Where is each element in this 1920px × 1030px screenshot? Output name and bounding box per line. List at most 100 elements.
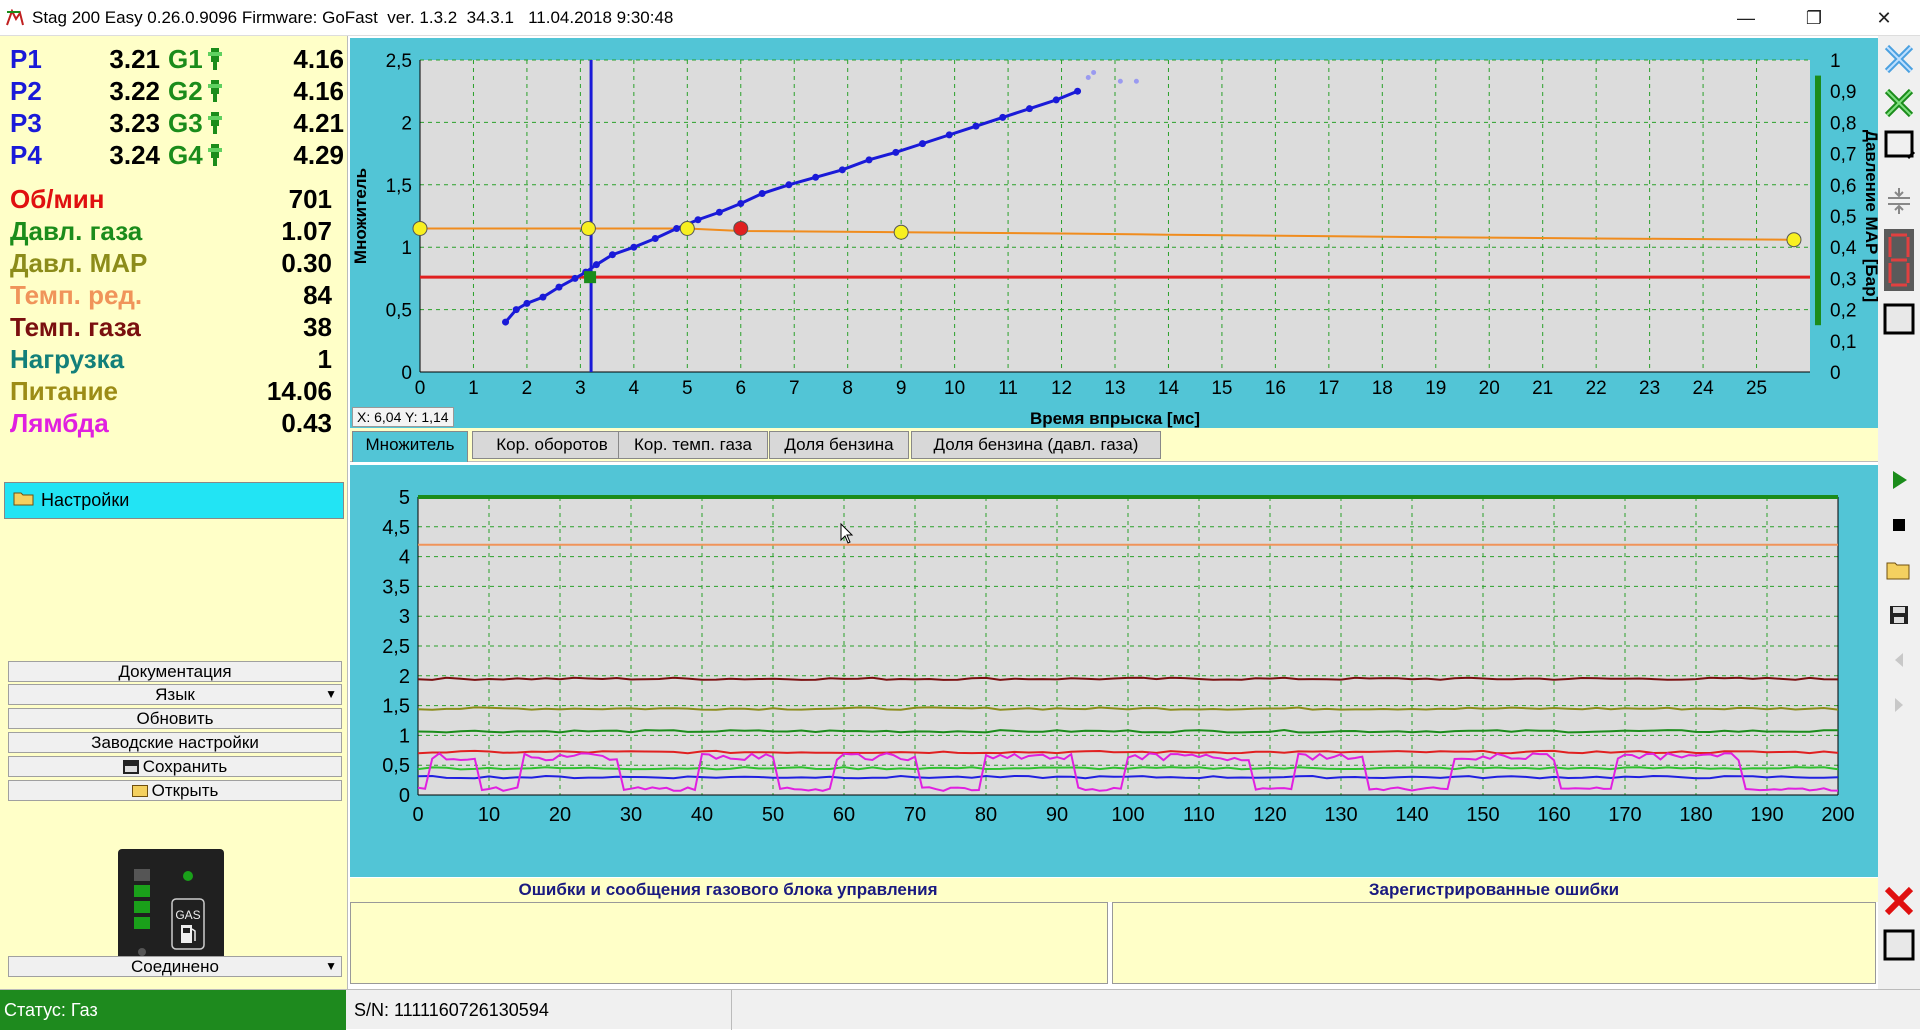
x-tick-label: 90 <box>1046 804 1068 826</box>
folder-icon <box>13 490 35 511</box>
tab-petrol-share-gas-pressure[interactable]: Доля бензина (давл. газа) <box>911 431 1161 459</box>
step-forward-icon[interactable] <box>1880 686 1918 724</box>
minimize-button[interactable]: — <box>1718 0 1774 36</box>
gas-level-led <box>134 885 150 897</box>
sensor-label: Питание <box>10 376 119 406</box>
settings-label: Настройки <box>41 490 130 510</box>
x-tick-label: 5 <box>682 378 693 399</box>
collapse-icon[interactable] <box>1880 182 1918 220</box>
sensor-label: Нагрузка <box>10 344 125 374</box>
folder-open-icon <box>131 785 148 797</box>
multiplier-chart[interactable]: 0 1 2 3 4 5 6 7 8 9 10 11 12 13 14 15 16 17 18 19 20 21 22 23 24… <box>350 38 1881 428</box>
factory-settings-button[interactable]: Заводские настройки <box>8 732 342 753</box>
app-icon <box>6 8 24 25</box>
chevron-down-icon: ▼ <box>325 687 337 701</box>
connection-dropdown[interactable]: Соединено ▼ <box>8 956 342 977</box>
data-point <box>523 299 531 307</box>
data-point <box>608 251 616 259</box>
language-dropdown[interactable]: Язык ▼ <box>8 684 342 705</box>
chart-tabs: Множитель Кор. оборотов Кор. темп. газа … <box>350 428 1878 462</box>
multiplier-node <box>412 220 428 236</box>
petrol-injector-time: 3.21 <box>109 44 160 74</box>
documentation-button[interactable]: Документация <box>8 661 342 682</box>
ecu-messages-list[interactable] <box>350 902 1108 984</box>
play-icon[interactable] <box>1880 461 1918 499</box>
serial-number: S/N: 1111160726130594 <box>352 990 732 1030</box>
sensor-row: Об/мин 701 <box>8 184 332 214</box>
x-tick-label: 21 <box>1532 378 1553 399</box>
tab-multiplier[interactable]: Множитель <box>352 431 468 462</box>
settings-tree-item[interactable]: Настройки <box>4 482 344 519</box>
blank-button-2[interactable] <box>1880 926 1918 964</box>
y-tick-label: 1,5 <box>382 696 410 718</box>
y-tick-label: 3 <box>399 606 410 628</box>
x-tick-label: 20 <box>1479 378 1500 399</box>
multiplier-node <box>580 220 596 236</box>
floppy-icon[interactable] <box>1880 596 1918 634</box>
y2-tick-label: 0 <box>1830 363 1841 384</box>
x-tick-label: 70 <box>904 804 926 826</box>
save-button[interactable]: Сохранить <box>8 756 342 777</box>
cursor-coordinates: X: 6,04 Y: 1,14 <box>352 407 454 427</box>
x-tick-label: 14 <box>1158 378 1180 399</box>
gas-level-led <box>138 948 146 956</box>
maximize-button[interactable]: ❐ <box>1786 0 1842 36</box>
gas-injector-time: 4.16 <box>293 76 344 106</box>
x-axis-title: Время впрыска [мс] <box>1030 409 1200 428</box>
refresh-label: Обновить <box>136 709 214 728</box>
y-tick-label: 1 <box>399 725 410 747</box>
folder-open-icon[interactable] <box>1880 551 1918 589</box>
oscilloscope-chart[interactable]: 0 10 20 30 40 50 60 70 80 90 100 110 120 130 140 150 160… <box>350 465 1878 877</box>
data-point <box>838 166 846 174</box>
step-back-icon[interactable] <box>1880 641 1918 679</box>
registered-errors-list[interactable] <box>1112 902 1876 984</box>
data-point <box>571 274 579 282</box>
multiplier-node <box>679 220 695 236</box>
ecu-messages-title: Ошибки и сообщения газового блока управл… <box>518 880 938 899</box>
x-tick-label: 6 <box>735 378 746 399</box>
tab-rpm-correction[interactable]: Кор. оборотов <box>472 431 632 459</box>
y2-tick-label: 0,9 <box>1830 82 1856 103</box>
y-tick-label: 0 <box>399 785 410 807</box>
x-tick-label: 10 <box>944 378 965 399</box>
data-point <box>502 318 510 326</box>
x-tick-label: 100 <box>1111 804 1144 826</box>
y-tick-label: 3,5 <box>382 576 410 598</box>
tab-petrol-share[interactable]: Доля бензина <box>769 431 909 459</box>
gas-injector-label: G2 <box>168 76 203 106</box>
gas-level-led <box>134 901 150 913</box>
x-tick-label: 110 <box>1183 804 1215 826</box>
gas-injector-time: 4.21 <box>293 108 344 138</box>
sensor-row: Нагрузка 1 <box>8 344 332 374</box>
data-point <box>592 261 600 269</box>
y2-tick-label: 0,4 <box>1830 238 1857 259</box>
sensor-row: Темп. ред. 84 <box>8 280 332 310</box>
clear-errors-icon[interactable] <box>1880 882 1918 920</box>
petrol-injector-label: P3 <box>10 108 42 138</box>
petrol-injector-time: 3.23 <box>109 108 160 138</box>
y-tick-label: 5 <box>399 487 410 509</box>
blank-button[interactable] <box>1880 300 1918 338</box>
autocalibration-icon[interactable] <box>1880 84 1918 122</box>
y-tick-label: 1,5 <box>386 176 412 197</box>
refresh-button[interactable]: Обновить <box>8 708 342 729</box>
data-point-faded <box>1133 78 1139 84</box>
tab-gas-temp-correction[interactable]: Кор. темп. газа <box>618 431 768 459</box>
x-tick-label: 23 <box>1639 378 1660 399</box>
stop-icon[interactable] <box>1880 506 1918 544</box>
x-tick-label: 40 <box>691 804 713 826</box>
open-button[interactable]: Открыть <box>8 780 342 801</box>
disconnect-icon[interactable] <box>1880 40 1918 78</box>
close-window-button[interactable]: ✕ <box>1856 0 1912 36</box>
x-tick-label: 9 <box>896 378 907 399</box>
x-tick-label: 10 <box>478 804 500 826</box>
data-point-faded <box>1091 69 1097 75</box>
data-point <box>1074 87 1082 95</box>
x-tick-label: 25 <box>1746 378 1767 399</box>
y2-axis-title: Давление MAP [Бар] <box>1862 130 1878 302</box>
window-frame-icon[interactable] <box>1880 126 1918 164</box>
y2-tick-label: 0,2 <box>1830 301 1856 322</box>
x-tick-label: 18 <box>1372 378 1393 399</box>
data-point <box>539 293 547 301</box>
x-tick-label: 22 <box>1586 378 1607 399</box>
